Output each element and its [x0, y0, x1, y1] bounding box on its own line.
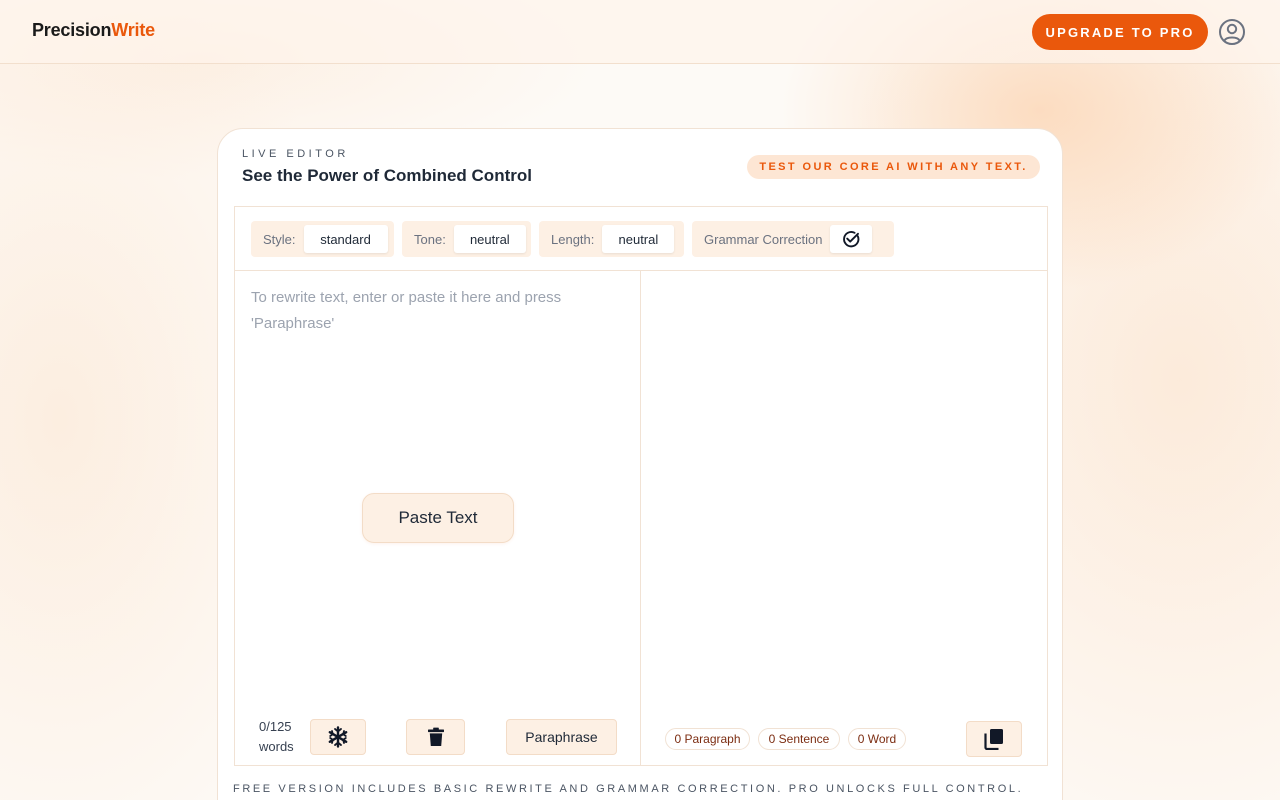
check-circle-icon	[843, 231, 860, 248]
grammar-correction-control[interactable]: Grammar Correction	[692, 221, 894, 257]
length-label: Length:	[551, 231, 595, 247]
paraphrase-button[interactable]: Paraphrase	[506, 719, 617, 755]
clear-text-button[interactable]	[406, 719, 465, 755]
freeze-button[interactable]	[310, 719, 366, 755]
input-word-count: 0/125 words	[259, 719, 294, 754]
upgrade-to-pro-button[interactable]: UPGRADE TO PRO	[1032, 14, 1208, 50]
logo-text-precision: Precision	[32, 20, 112, 40]
paste-text-button[interactable]: Paste Text	[362, 493, 514, 543]
trash-icon	[427, 727, 444, 746]
sentence-count-badge: 0 Sentence	[758, 728, 840, 750]
editor-toolbar: Style: standard Tone: neutral Length: ne…	[235, 207, 1047, 271]
grammar-toggle[interactable]	[830, 225, 873, 253]
eyebrow-label: LIVE EDITOR	[242, 148, 349, 160]
live-editor-card: LIVE EDITOR See the Power of Combined Co…	[217, 128, 1063, 800]
user-account-icon[interactable]	[1218, 18, 1246, 46]
copy-icon	[984, 729, 1003, 750]
snowflake-icon	[328, 726, 348, 748]
copy-output-button[interactable]	[966, 721, 1022, 757]
style-label: Style:	[263, 231, 296, 247]
input-textarea[interactable]	[251, 285, 625, 345]
top-bar: PrecisionWrite UPGRADE TO PRO	[0, 0, 1280, 64]
style-control[interactable]: Style: standard	[251, 221, 394, 257]
output-pane: 0 Paragraph 0 Sentence 0 Word	[641, 271, 1047, 765]
word-count-badge: 0 Word	[848, 728, 906, 750]
paragraph-count-badge: 0 Paragraph	[665, 728, 750, 750]
logo[interactable]: PrecisionWrite	[32, 20, 155, 41]
editor: Style: standard Tone: neutral Length: ne…	[234, 206, 1048, 766]
card-title: See the Power of Combined Control	[242, 166, 532, 185]
tone-control[interactable]: Tone: neutral	[402, 221, 531, 257]
tone-label: Tone:	[414, 231, 446, 247]
grammar-label: Grammar Correction	[704, 231, 823, 247]
info-pill: TEST OUR CORE AI WITH ANY TEXT.	[747, 155, 1040, 179]
length-value[interactable]: neutral	[602, 225, 675, 253]
length-control[interactable]: Length: neutral	[539, 221, 684, 257]
footnote: FREE VERSION INCLUDES BASIC REWRITE AND …	[233, 783, 1024, 795]
logo-text-write: Write	[111, 20, 155, 40]
style-value[interactable]: standard	[303, 225, 388, 253]
input-pane: Paste Text 0/125 words	[235, 271, 641, 765]
tone-value[interactable]: neutral	[453, 225, 526, 253]
